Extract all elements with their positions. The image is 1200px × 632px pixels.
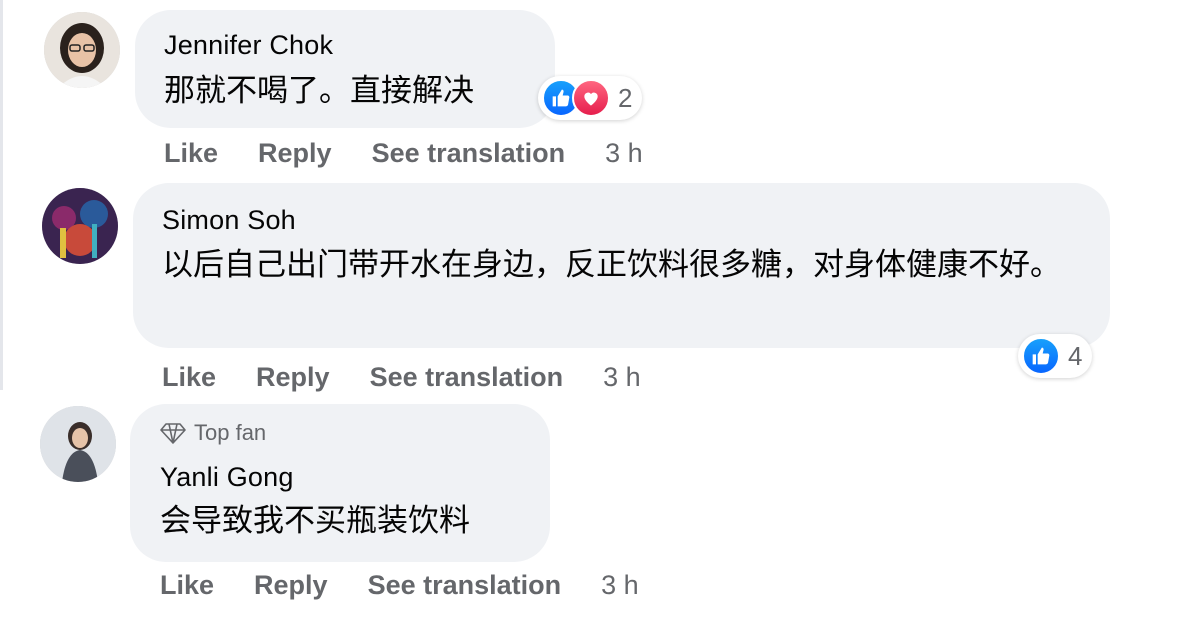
reply-button[interactable]: Reply <box>254 570 328 601</box>
timestamp[interactable]: 3 h <box>605 138 643 169</box>
comment-actions: Like Reply See translation 3 h <box>160 570 639 601</box>
top-fan-badge: Top fan <box>160 420 266 446</box>
reaction-count: 4 <box>1068 340 1083 371</box>
comment-text: 会导致我不买瓶装饮料 <box>160 503 470 539</box>
diamond-icon <box>160 423 186 444</box>
timestamp[interactable]: 3 h <box>601 570 639 601</box>
avatar[interactable] <box>40 406 116 482</box>
see-translation-link[interactable]: See translation <box>368 570 562 601</box>
see-translation-link[interactable]: See translation <box>370 362 564 393</box>
like-icon <box>1022 337 1060 375</box>
like-button[interactable]: Like <box>164 138 218 169</box>
author-name[interactable]: Jennifer Chok <box>164 30 333 61</box>
comment-actions: Like Reply See translation 3 h <box>164 138 643 169</box>
thread-line <box>0 0 3 390</box>
reaction-summary[interactable]: 2 <box>538 76 643 120</box>
reply-button[interactable]: Reply <box>256 362 330 393</box>
timestamp[interactable]: 3 h <box>603 362 641 393</box>
badge-label: Top fan <box>194 420 267 445</box>
reply-button[interactable]: Reply <box>258 138 332 169</box>
like-button[interactable]: Like <box>160 570 214 601</box>
avatar[interactable] <box>44 12 120 88</box>
love-icon <box>572 79 610 117</box>
comment-text: 以后自己出门带开水在身边，反正饮料很多糖，对身体健康不好。 <box>162 247 1061 283</box>
reaction-summary[interactable]: 4 <box>1018 334 1093 378</box>
author-name[interactable]: Simon Soh <box>162 205 296 236</box>
reaction-count: 2 <box>618 82 633 113</box>
see-translation-link[interactable]: See translation <box>372 138 566 169</box>
like-button[interactable]: Like <box>162 362 216 393</box>
comment-text: 那就不喝了。直接解决 <box>164 73 474 109</box>
author-name[interactable]: Yanli Gong <box>160 462 294 493</box>
avatar[interactable] <box>42 188 118 264</box>
comment-actions: Like Reply See translation 3 h <box>162 362 641 393</box>
